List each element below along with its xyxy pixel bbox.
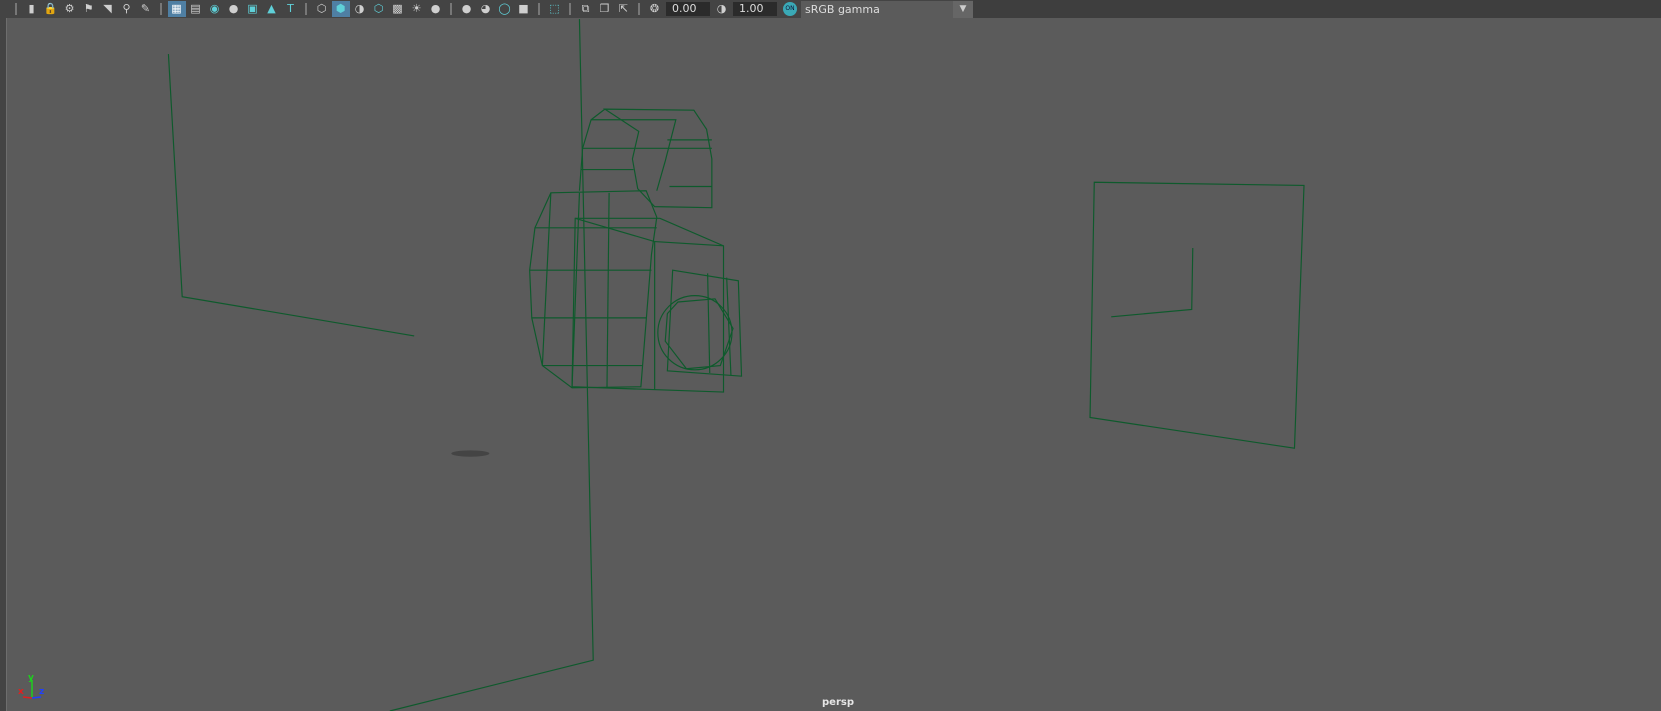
exposure-field[interactable]: 0.00 xyxy=(666,2,710,16)
panel-left-border xyxy=(0,0,7,711)
film-gate-icon[interactable]: ▤ xyxy=(187,1,205,17)
gamma-field[interactable]: 1.00 xyxy=(733,2,777,16)
gamma-icon[interactable]: ◑ xyxy=(713,1,731,17)
field-chart-icon[interactable]: ▣ xyxy=(244,1,262,17)
toolbar-separator xyxy=(538,3,540,15)
isolate-select-icon[interactable]: ⬚ xyxy=(546,1,564,17)
select-camera-icon[interactable]: ▮ xyxy=(23,1,41,17)
safe-title-icon[interactable]: T xyxy=(282,1,300,17)
object-shadow xyxy=(451,450,490,457)
depth-of-field-icon[interactable]: ■ xyxy=(515,1,533,17)
gate-mask-icon[interactable]: ● xyxy=(225,1,243,17)
axis-x-line xyxy=(22,696,33,699)
view-transform-value: sRGB gamma xyxy=(805,2,880,16)
axis-z-line xyxy=(31,696,42,699)
safe-action-icon[interactable]: ▲ xyxy=(263,1,281,17)
wireframe-icon[interactable]: ⬡ xyxy=(313,1,331,17)
bookmarks-icon[interactable]: ⚑ xyxy=(80,1,98,17)
axis-x-label: x xyxy=(18,687,24,697)
toolbar-separator xyxy=(15,3,17,15)
camera-name-label: persp xyxy=(822,697,854,708)
viewport-3d[interactable] xyxy=(0,0,1661,711)
grease-pencil-icon[interactable]: ✎ xyxy=(137,1,155,17)
textured-icon[interactable]: ⇱ xyxy=(615,1,633,17)
camera-wireframe xyxy=(529,108,743,393)
smooth-shade-icon[interactable]: ⬢ xyxy=(331,1,350,17)
ambient-occlusion-icon[interactable]: ● xyxy=(458,1,476,17)
toolbar-separator xyxy=(160,3,162,15)
use-all-lights-icon[interactable]: ☀ xyxy=(408,1,426,17)
default-material-icon[interactable]: ◑ xyxy=(351,1,369,17)
wire-left-l xyxy=(167,54,415,337)
toolbar-separator xyxy=(569,3,571,15)
toolbar-separator xyxy=(450,3,452,15)
anti-aliasing-icon[interactable]: ◯ xyxy=(496,1,514,17)
toolbar-separator xyxy=(638,3,640,15)
axis-y-label: y xyxy=(28,673,34,683)
resolution-gate-icon[interactable]: ◉ xyxy=(206,1,224,17)
xray-active-icon[interactable]: ❐ xyxy=(596,1,614,17)
xray-joints-icon[interactable]: ⧉ xyxy=(577,1,595,17)
camera-attributes-icon[interactable]: ⚙ xyxy=(61,1,79,17)
xray-icon[interactable]: ▩ xyxy=(389,1,407,17)
motion-blur-icon[interactable]: ◕ xyxy=(477,1,495,17)
toolbar-empty xyxy=(973,0,1661,18)
exposure-icon[interactable]: ❂ xyxy=(646,1,664,17)
color-management-toggle[interactable]: ON xyxy=(783,2,797,16)
wireframe-on-shaded-icon[interactable]: ⬡ xyxy=(370,1,388,17)
viewport-toolbar: ▮ 🔒 ⚙ ⚑ ◥ ⚲ ✎ ▦ ▤ ◉ ● ▣ ▲ T ⬡ ⬢ ◑ ⬡ ▩ ☀ … xyxy=(0,0,1661,18)
wire-right-inner-l xyxy=(1111,247,1194,318)
pan-zoom-icon[interactable]: ⚲ xyxy=(118,1,136,17)
image-plane-icon[interactable]: ◥ xyxy=(99,1,117,17)
shadows-icon[interactable]: ● xyxy=(427,1,445,17)
view-transform-dropdown[interactable]: sRGB gamma ▼ xyxy=(801,0,973,18)
axis-z-label: z xyxy=(39,687,44,697)
chevron-down-icon[interactable]: ▼ xyxy=(953,0,973,18)
grid-icon[interactable]: ▦ xyxy=(167,1,186,17)
axis-indicator: y x z xyxy=(18,673,44,699)
toolbar-separator xyxy=(305,3,307,15)
lock-camera-icon[interactable]: 🔒 xyxy=(42,1,60,17)
